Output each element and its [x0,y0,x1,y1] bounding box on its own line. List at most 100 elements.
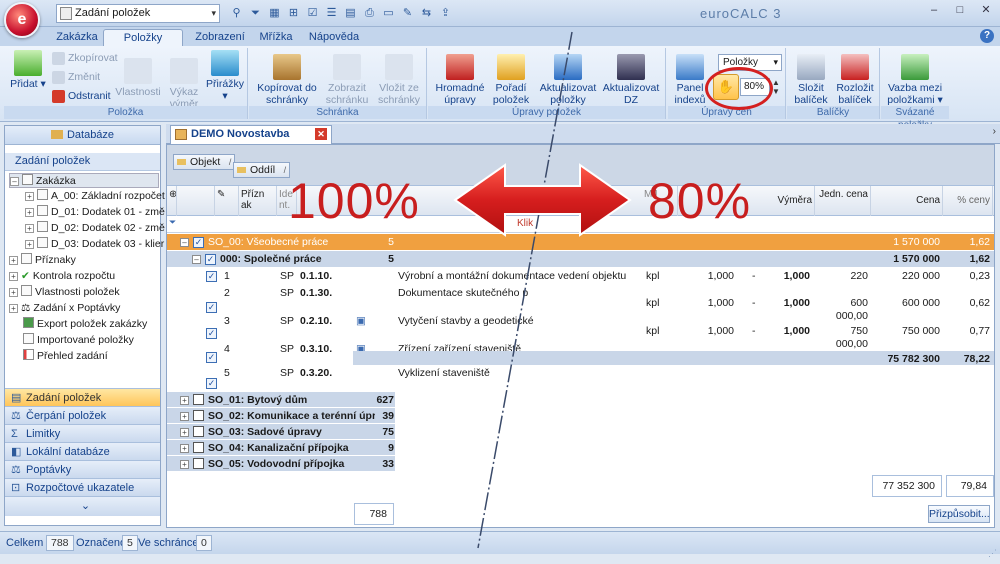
nav-cerpani-polozek[interactable]: ⚖ Čerpání položek [5,406,160,424]
tab-zobrazeni[interactable]: Zobrazení [188,29,252,46]
header-edit[interactable]: ✎ [215,186,239,216]
decompose-package-button[interactable]: Rozložit balíček [833,54,877,106]
checkbox[interactable] [193,442,204,453]
checkbox[interactable]: ✓ [193,237,204,248]
nav-more-button[interactable]: ⌄ [5,496,160,516]
properties-button[interactable]: Vlastnosti [112,58,164,98]
checkbox[interactable]: ✓ [206,328,217,339]
tree-node-import[interactable]: Importované položky [23,333,134,348]
checkbox[interactable]: ✓ [205,254,216,265]
collapse-icon[interactable]: – [180,238,189,247]
check-icon[interactable]: ☑ [304,4,321,22]
expand-icon[interactable]: + [25,192,34,201]
zoom-spinner[interactable]: ▲ ▼ [772,78,780,96]
row-expand[interactable]: – [189,251,203,267]
checkbox[interactable]: ✓ [206,378,217,389]
edit-icon[interactable]: ✎ [399,4,416,22]
grid-icon[interactable]: ▦ [266,4,283,22]
expand-icon[interactable]: + [9,288,18,297]
tab-polozky-zakazky[interactable]: Položky zakázky [103,29,183,60]
row-checkbox[interactable] [190,408,204,423]
expand-icon[interactable]: + [25,224,34,233]
help-icon[interactable]: ? [980,29,994,43]
order-button[interactable]: Pořadí položek [488,54,534,106]
header-expand[interactable] [177,186,215,216]
group-row-so00[interactable]: – ✓ SO_00: Všeobecné práce 5 1 570 000 1… [167,234,994,250]
checkbox[interactable]: ✓ [206,352,217,363]
collapse-icon[interactable]: – [192,255,201,264]
doc-icon[interactable]: ▭ [380,4,397,22]
funnel-icon[interactable]: ⏷ [247,4,264,22]
checkbox[interactable] [193,458,204,469]
checkbox[interactable] [193,410,204,421]
swap-icon[interactable]: ⇆ [418,4,435,22]
tree-node-d03[interactable]: + D_03: Dodatek 03 - klier [25,237,164,252]
expand-icon[interactable]: + [25,240,34,249]
row-expand[interactable]: + [177,440,191,455]
group-row[interactable]: + SO_01: Bytový dům 627 [167,392,395,407]
row-checkbox[interactable] [190,440,204,455]
tree-node-vlastnosti[interactable]: + Vlastnosti položek [9,285,120,300]
list-icon[interactable]: ☰ [323,4,340,22]
table-row[interactable]: ✓ 1 SP 0.1.10. Výrobní a montážní dokume… [167,268,994,282]
nav-lokalni-databaze[interactable]: ◧ Lokální databáze [5,442,160,460]
tree-node-zakazka[interactable]: – Zakázka [9,173,159,188]
tree-node-export[interactable]: Export položek zakázky [23,317,147,332]
bind-items-button[interactable]: Vazba mezi položkami ▾ [883,54,947,106]
resize-grip-icon[interactable]: ⋰ [988,542,998,558]
maximize-icon[interactable]: □ [948,2,972,19]
table-icon[interactable]: ▤ [342,4,359,22]
tree-node-kontrola[interactable]: + ✔ Kontrola rozpočtu [9,269,115,284]
tree-icon[interactable]: ⊞ [285,4,302,22]
checkbox[interactable]: ✓ [206,271,217,282]
collapse-icon[interactable]: – [10,177,19,186]
tree-node-priznaky[interactable]: + Příznaky [9,253,76,268]
header-jedn-cena[interactable]: Jedn. cena [815,186,871,216]
header-cena[interactable]: Cena [871,186,943,216]
row-checkbox[interactable] [190,424,204,439]
row-expand[interactable]: + [177,424,191,439]
expand-icon[interactable]: + [180,412,189,421]
remove-button[interactable]: Odstranit [52,89,111,104]
group-chip-objekt[interactable]: Objekt / [173,154,236,170]
row-checkbox[interactable]: ✓ [190,234,204,250]
tree-node-a00[interactable]: + A_00: Základní rozpočet [25,189,165,204]
change-button[interactable]: Změnit [52,70,100,85]
group-row[interactable]: + SO_05: Vodovodní přípojka 33 [167,456,395,471]
header-vymera[interactable]: Výměra [767,186,815,216]
show-clipboard-button[interactable]: Zobrazit schránku [321,54,373,106]
row-expand[interactable]: – [177,234,191,250]
nav-poptavky[interactable]: ⚖ Poptávky [5,460,160,478]
tree-node-prehled[interactable]: Přehled zadání [23,349,108,364]
paste-button[interactable]: Vložit ze schránky [373,54,425,106]
vykaz-vymer-button[interactable]: Výkaz výměr [166,58,202,110]
update-items-button[interactable]: Aktualizovat položky [538,54,598,106]
row-checkbox[interactable] [190,456,204,471]
close-icon[interactable]: ✕ [974,2,998,19]
add-button[interactable]: Přidat ▾ [6,50,50,90]
table-row[interactable]: ✓ 2 SP 0.1.30. Dokumentace skutečného p … [167,285,994,322]
filter-icon[interactable]: ⚲ [228,4,245,22]
attachment-icon[interactable]: ▣ [353,313,367,341]
close-tab-icon[interactable]: ✕ [315,128,327,140]
fit-button[interactable]: Přizpůsobit... [928,505,990,523]
print-icon[interactable]: ⎙ [361,4,378,22]
expand-icon[interactable]: + [180,396,189,405]
subgroup-row-000[interactable]: – ✓ 000: Společné práce 5 1 570 000 1,62 [167,251,994,267]
expand-icon[interactable]: + [180,460,189,469]
surcharges-button[interactable]: Přirážky ▾ [204,50,246,102]
row-expand[interactable]: + [177,408,191,423]
minimize-icon[interactable]: – [922,2,946,19]
expand-icon[interactable]: + [9,304,18,313]
tab-zakazka[interactable]: Zakázka [46,29,108,46]
tab-mrizka[interactable]: Mřížka [255,29,297,46]
database-header[interactable]: Databáze [5,126,160,145]
copy-to-clipboard-button[interactable]: Kopírovat do schránky [253,54,321,106]
group-row[interactable]: + SO_02: Komunikace a terénní úpravy 39 [167,408,395,423]
document-tab[interactable]: DEMO Novostavba bytové... ✕ [170,125,332,157]
row-checkbox[interactable]: ✓ [202,251,216,267]
tree-node-zadani-poptavky[interactable]: + ⚖ Zadání x Poptávky [9,301,120,316]
header-priznak[interactable]: Přízn ak [239,186,277,216]
nav-zadani-polozek[interactable]: ▤ Zadání položek [5,388,160,406]
tree-node-d01[interactable]: + D_01: Dodatek 01 - změ [25,205,165,220]
